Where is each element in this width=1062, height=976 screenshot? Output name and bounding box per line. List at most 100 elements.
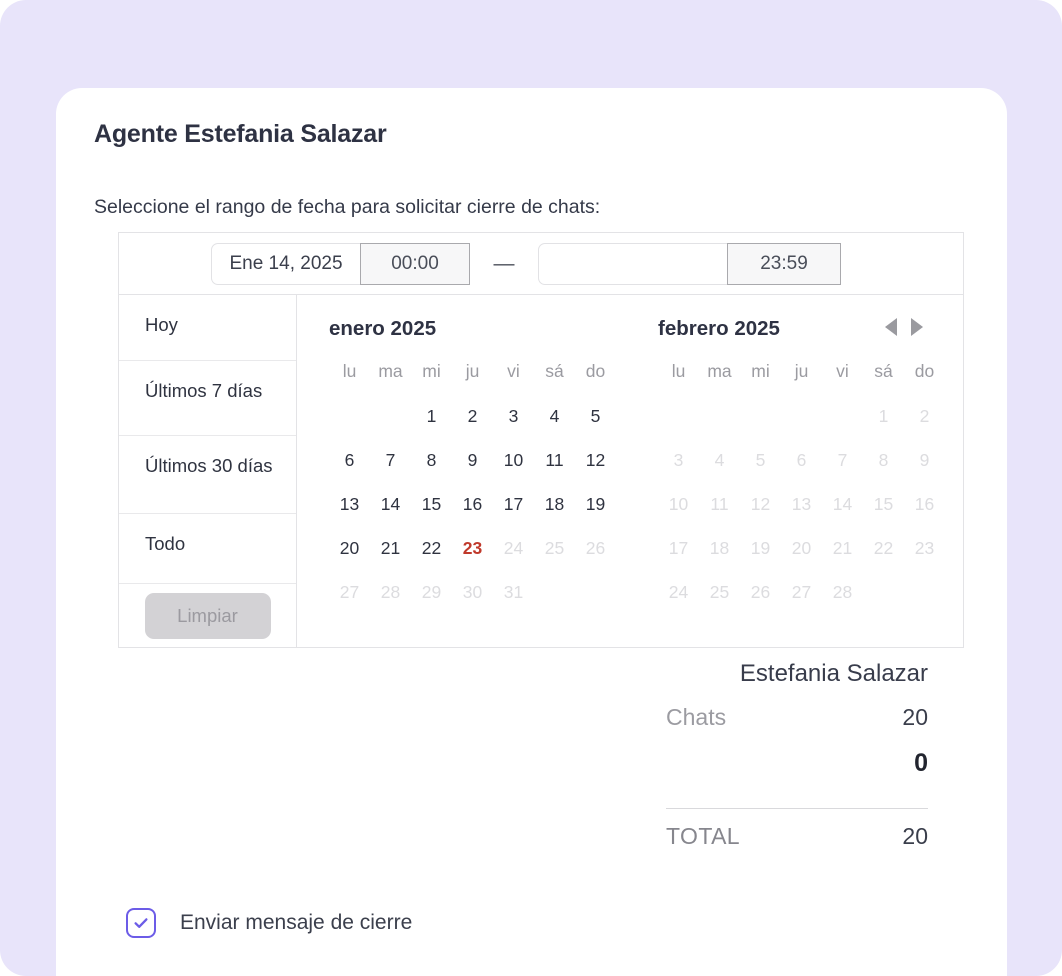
- preset-item-ultimos-7-dias[interactable]: Últimos 7 días: [119, 361, 296, 436]
- day-cell-15[interactable]: 15: [411, 482, 452, 526]
- day-cell-empty: [329, 394, 370, 438]
- preset-item-hoy[interactable]: Hoy: [119, 295, 296, 361]
- weekday-vi: vi: [836, 361, 849, 381]
- stat-row: Chats 20: [608, 704, 964, 749]
- end-date-input[interactable]: [538, 242, 728, 285]
- day-cell-2[interactable]: 2: [452, 394, 493, 438]
- week-row: 6 7 8 9 10 11 12: [329, 438, 630, 482]
- picker-body: Hoy Últimos 7 días Últimos 30 días Todo …: [119, 295, 963, 647]
- preset-item-todo[interactable]: Todo: [119, 514, 296, 584]
- day-cell-18: 18: [709, 538, 730, 558]
- end-time-input[interactable]: 23:59: [727, 242, 841, 285]
- day-cell-23[interactable]: 23: [452, 526, 493, 570]
- start-time-input[interactable]: 00:00: [360, 242, 470, 285]
- day-cell-30: 30: [462, 582, 483, 602]
- summary-divider: [666, 808, 928, 809]
- preset-item-ultimos-30-dias[interactable]: Últimos 30 días: [119, 436, 296, 514]
- summary-total-row: TOTAL 20: [608, 823, 964, 850]
- day-cell-11: 11: [710, 494, 729, 514]
- main-card: Agente Estefania Salazar Seleccione el r…: [56, 88, 1007, 976]
- end-field-group: 23:59: [538, 242, 841, 285]
- summary-panel: Estefania Salazar Chats 20 0 TOTAL 20: [608, 660, 964, 850]
- day-cell-20[interactable]: 20: [329, 526, 370, 570]
- preset-list: Hoy Últimos 7 días Últimos 30 días Todo …: [119, 295, 297, 647]
- weekday-ju: ju: [794, 361, 809, 381]
- weekday-sá: sá: [545, 361, 564, 381]
- day-cell-8[interactable]: 8: [411, 438, 452, 482]
- day-cell-21: 21: [832, 538, 853, 558]
- week-row: 12345: [329, 394, 630, 438]
- send-closing-message-checkbox[interactable]: [126, 908, 156, 938]
- send-closing-message-label: Enviar mensaje de cierre: [180, 911, 413, 934]
- week-row: 24 25 26 27 28: [658, 570, 963, 614]
- weekday-ma: ma: [707, 361, 732, 381]
- clear-button[interactable]: Limpiar: [144, 592, 271, 639]
- start-field-group: Ene 14, 2025 00:00: [211, 242, 470, 285]
- day-cell-16: 16: [914, 494, 935, 514]
- day-cell-16[interactable]: 16: [452, 482, 493, 526]
- day-cell-6[interactable]: 6: [329, 438, 370, 482]
- weekday-do: do: [914, 361, 935, 381]
- day-cell-17[interactable]: 17: [493, 482, 534, 526]
- weekday-vi: vi: [507, 361, 520, 381]
- week-row: 13 14 15 16 17 18 19: [329, 482, 630, 526]
- day-cell-10[interactable]: 10: [493, 438, 534, 482]
- day-cell-19[interactable]: 19: [575, 482, 616, 526]
- page-title: Agente Estefania Salazar: [94, 120, 387, 148]
- date-range-picker: Ene 14, 2025 00:00 — 23:59 Hoy Últimos 7…: [118, 232, 964, 648]
- day-cell-20: 20: [791, 538, 812, 558]
- day-cell-18[interactable]: 18: [534, 482, 575, 526]
- weekday-lu: lu: [342, 361, 357, 381]
- day-cell-3[interactable]: 3: [493, 394, 534, 438]
- date-range-inputs-bar: Ene 14, 2025 00:00 — 23:59: [119, 233, 963, 295]
- day-cell-17: 17: [668, 538, 689, 558]
- day-cell-22: 22: [873, 538, 894, 558]
- weekday-do: do: [585, 361, 606, 381]
- day-cell-5: 5: [755, 450, 766, 470]
- day-cell-5[interactable]: 5: [575, 394, 616, 438]
- day-cell-19: 19: [750, 538, 771, 558]
- day-cell-25: 25: [544, 538, 565, 558]
- day-cell-empty: [370, 394, 411, 438]
- day-cell-15: 15: [873, 494, 894, 514]
- start-date-input[interactable]: Ene 14, 2025: [211, 242, 361, 285]
- week-row: 17 18 19 20 21 22 23: [658, 526, 963, 570]
- triangle-right-icon[interactable]: [911, 318, 923, 336]
- day-cell-28: 28: [380, 582, 401, 602]
- day-cell-13: 13: [791, 494, 812, 514]
- summary-title: Estefania Salazar: [739, 660, 928, 687]
- day-cell-13[interactable]: 13: [329, 482, 370, 526]
- instruction-text: Seleccione el rango de fecha para solici…: [94, 196, 601, 218]
- day-cell-12[interactable]: 12: [575, 438, 616, 482]
- day-cell-22[interactable]: 22: [411, 526, 452, 570]
- day-cell-26: 26: [750, 582, 771, 602]
- send-closing-message-row[interactable]: Enviar mensaje de cierre: [126, 908, 412, 938]
- day-cell-9[interactable]: 9: [452, 438, 493, 482]
- day-cell-2: 2: [919, 406, 930, 426]
- day-cell-8: 8: [878, 450, 889, 470]
- day-cell-14[interactable]: 14: [370, 482, 411, 526]
- clear-button-wrapper: Limpiar: [119, 584, 296, 647]
- day-cell-10: 10: [668, 494, 689, 514]
- weekday-sá: sá: [874, 361, 893, 381]
- day-cell-empty: [781, 394, 822, 438]
- day-cell-24: 24: [503, 538, 524, 558]
- day-cell-4[interactable]: 4: [534, 394, 575, 438]
- day-cell-7[interactable]: 7: [370, 438, 411, 482]
- month-grid: 1 2 3 4 5 6 7 8 9 10 11 12 13 14 15 16 17 18 19 20 21 22 23 24 2…: [658, 394, 963, 614]
- range-separator: —: [493, 251, 515, 275]
- day-cell-11[interactable]: 11: [534, 438, 575, 482]
- day-cell-1[interactable]: 1: [411, 394, 452, 438]
- day-cell-14: 14: [832, 494, 853, 514]
- triangle-left-icon[interactable]: [885, 318, 897, 336]
- calendar-month-january: enero 2025 lu ma mi ju vi sá do 1 2 3 4 5 6 7 8 9 10 11 1…: [297, 317, 630, 629]
- check-icon: [134, 918, 148, 928]
- stat-row: 0: [608, 749, 964, 794]
- total-label: TOTAL: [666, 823, 740, 849]
- day-cell-27: 27: [339, 582, 360, 602]
- day-cell-21[interactable]: 21: [370, 526, 411, 570]
- week-row: 12: [658, 394, 963, 438]
- day-cell-empty: [699, 394, 740, 438]
- day-cell-4: 4: [714, 450, 725, 470]
- weekday-lu: lu: [671, 361, 686, 381]
